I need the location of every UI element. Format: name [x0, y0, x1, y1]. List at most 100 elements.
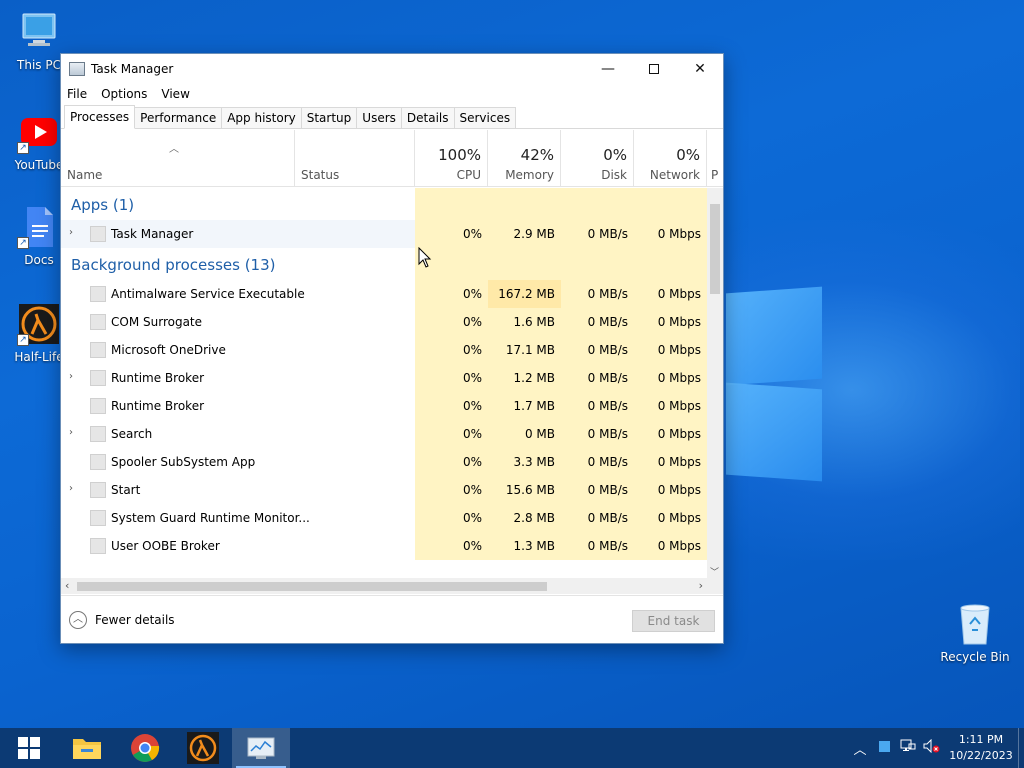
taskbar-task-manager[interactable]	[232, 728, 290, 768]
desktop-icon-recycle-bin[interactable]: Recycle Bin	[940, 602, 1010, 664]
scroll-down-icon[interactable]: ﹀	[710, 565, 719, 578]
process-rows: Apps (1) › Task Manager 0% 2.9 MB 0 MB/s 0 Mbp…	[61, 188, 707, 560]
memory-cell: 15.6 MB	[488, 476, 561, 504]
tab-processes[interactable]: Processes	[64, 105, 136, 129]
process-name: Search	[111, 427, 153, 441]
volume-muted-icon[interactable]	[920, 738, 944, 757]
chevron-right-icon[interactable]: ›	[69, 427, 73, 438]
footer: ︿ Fewer details End task	[61, 595, 723, 643]
process-name: COM Surrogate	[111, 315, 203, 329]
process-icon	[90, 454, 106, 470]
close-button[interactable]: ✕	[677, 54, 723, 83]
cpu-cell: 0%	[415, 532, 488, 560]
column-header-name[interactable]: ︿ Name	[61, 130, 295, 187]
clock[interactable]: 1:11 PM 10/22/2023	[944, 732, 1018, 764]
process-row[interactable]: COM Surrogate 0% 1.6 MB 0 MB/s 0 Mbps	[61, 308, 707, 336]
end-task-button[interactable]: End task	[632, 610, 715, 632]
group-header-apps[interactable]: Apps (1)	[61, 188, 707, 220]
process-row[interactable]: › Start 0% 15.6 MB 0 MB/s 0 Mbps	[61, 476, 707, 504]
taskbar-file-explorer[interactable]	[58, 728, 116, 768]
chevron-right-icon[interactable]: ›	[69, 483, 73, 494]
task-manager-icon	[247, 737, 275, 759]
network-cell: 0 Mbps	[634, 364, 707, 392]
process-row[interactable]: Spooler SubSystem App 0% 3.3 MB 0 MB/s 0 Mbp…	[61, 448, 707, 476]
system-tray: ︿ 1:11 PM 10/22/2023	[848, 728, 1024, 768]
cpu-cell: 0%	[415, 364, 488, 392]
process-row[interactable]: › Task Manager 0% 2.9 MB 0 MB/s 0 Mbps	[61, 220, 707, 248]
show-hidden-icons-chevron-up-icon[interactable]: ︿	[848, 739, 872, 758]
chrome-icon	[131, 734, 160, 762]
tab-details[interactable]: Details	[400, 107, 455, 128]
show-desktop-button[interactable]	[1018, 728, 1024, 768]
network-cell: 0 Mbps	[634, 476, 707, 504]
process-row[interactable]: System Guard Runtime Monitor... 0% 2.8 MB 0…	[61, 504, 707, 532]
process-row[interactable]: Runtime Broker 0% 1.7 MB 0 MB/s 0 Mbps	[61, 392, 707, 420]
vertical-scrollbar[interactable]: ﹀	[707, 188, 723, 580]
process-icon	[90, 226, 106, 242]
network-cell: 0 Mbps	[634, 308, 707, 336]
group-title: Background processes (13)	[71, 256, 276, 274]
scroll-right-icon[interactable]: ›	[699, 579, 703, 592]
disk-cell: 0 MB/s	[561, 220, 634, 248]
process-table: ︿ Name Status 100% CPU 42% Memory 0% Dis…	[61, 130, 723, 636]
menu-options[interactable]: Options	[101, 87, 147, 101]
group-header-background[interactable]: Background processes (13)	[61, 248, 707, 280]
process-name: Runtime Broker	[111, 371, 205, 385]
maximize-button[interactable]	[631, 54, 677, 83]
tab-performance[interactable]: Performance	[134, 107, 223, 128]
window-title: Task Manager	[91, 61, 174, 76]
title-bar[interactable]: Task Manager — ✕	[61, 54, 723, 83]
network-icon[interactable]	[896, 739, 920, 757]
computer-icon	[17, 10, 61, 54]
column-header-status[interactable]: Status	[295, 130, 415, 187]
process-icon	[90, 482, 106, 498]
scroll-left-icon[interactable]: ‹	[65, 579, 69, 592]
windows-logo-pane	[726, 286, 822, 386]
cpu-cell: 0%	[415, 448, 488, 476]
process-name: Task Manager	[111, 227, 194, 241]
shortcut-arrow-icon: ↗	[17, 237, 29, 249]
chevron-right-icon[interactable]: ›	[69, 371, 73, 382]
taskbar: ︿ 1:11 PM 10/22/2023	[0, 728, 1024, 768]
scrollbar-thumb[interactable]	[710, 204, 720, 294]
task-manager-icon	[69, 61, 85, 76]
memory-cell: 2.9 MB	[488, 220, 561, 248]
taskbar-half-life[interactable]	[174, 728, 232, 768]
process-row[interactable]: Antimalware Service Executable 0% 167.2 MB…	[61, 280, 707, 308]
menu-bar: File Options View	[61, 83, 723, 105]
column-header-power[interactable]: P	[707, 130, 723, 187]
process-row[interactable]: User OOBE Broker 0% 1.3 MB 0 MB/s 0 Mbps	[61, 532, 707, 560]
tab-users[interactable]: Users	[356, 107, 402, 128]
group-cell	[561, 188, 634, 220]
tray-app-icon[interactable]	[872, 740, 896, 756]
menu-view[interactable]: View	[161, 87, 189, 101]
windows-start-icon	[18, 737, 40, 759]
chevron-up-icon: ︿	[69, 611, 87, 629]
process-icon	[90, 538, 106, 554]
tab-startup[interactable]: Startup	[300, 107, 358, 128]
fewer-details-button[interactable]: ︿ Fewer details	[69, 611, 175, 629]
chevron-right-icon[interactable]: ›	[69, 227, 73, 238]
column-header-cpu[interactable]: 100% CPU	[415, 130, 488, 187]
memory-cell: 1.3 MB	[488, 532, 561, 560]
horizontal-scrollbar[interactable]: ‹ ›	[61, 578, 723, 594]
minimize-button[interactable]: —	[585, 54, 631, 83]
column-header-memory[interactable]: 42% Memory	[488, 130, 561, 187]
scrollbar-thumb[interactable]	[77, 582, 547, 591]
process-row[interactable]: Microsoft OneDrive 0% 17.1 MB 0 MB/s 0 Mbps	[61, 336, 707, 364]
cpu-cell: 0%	[415, 336, 488, 364]
tab-app-history[interactable]: App history	[221, 107, 302, 128]
network-cell: 0 Mbps	[634, 420, 707, 448]
cpu-cell: 0%	[415, 308, 488, 336]
process-row[interactable]: › Runtime Broker 0% 1.2 MB 0 MB/s 0 Mbps	[61, 364, 707, 392]
group-cell	[634, 188, 707, 220]
taskbar-chrome[interactable]	[116, 728, 174, 768]
group-cell	[488, 188, 561, 220]
start-button[interactable]	[0, 728, 58, 768]
half-life-icon: ↗	[17, 302, 61, 346]
tab-services[interactable]: Services	[453, 107, 517, 128]
column-header-network[interactable]: 0% Network	[634, 130, 707, 187]
menu-file[interactable]: File	[67, 87, 87, 101]
process-row[interactable]: › Search 0% 0 MB 0 MB/s 0 Mbps	[61, 420, 707, 448]
column-header-disk[interactable]: 0% Disk	[561, 130, 634, 187]
